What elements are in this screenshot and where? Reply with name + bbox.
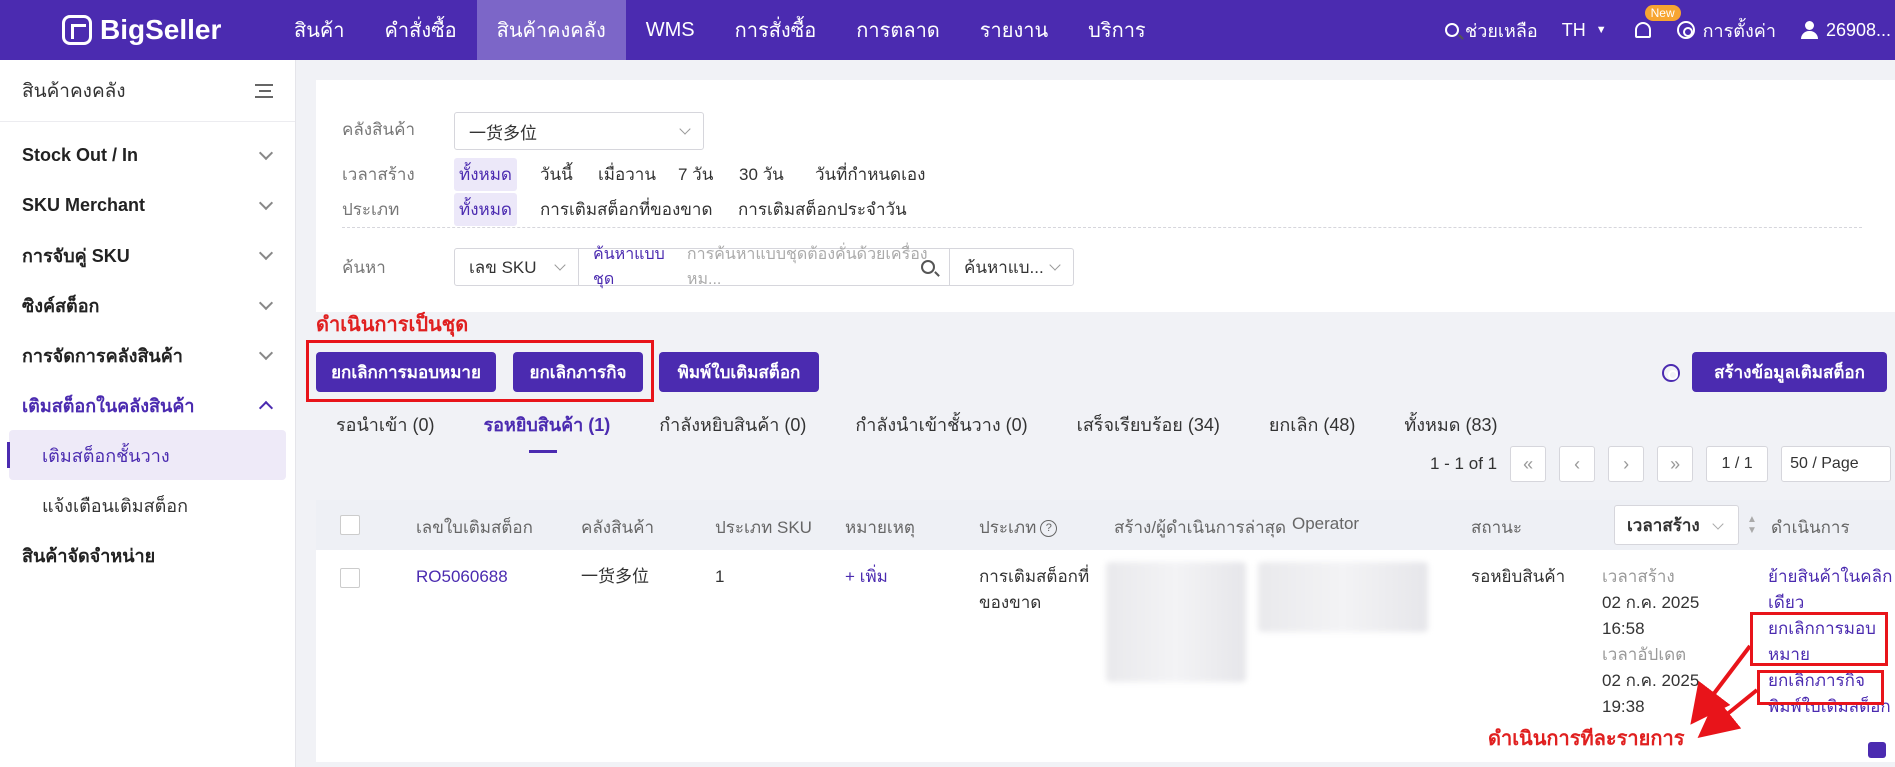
arrow-to-cancel-task (1697, 688, 1759, 739)
annotation-arrows (1690, 644, 1759, 739)
chat-icon[interactable] (1868, 742, 1886, 758)
single-action-annotation: ดำเนินการทีละรายการ (1488, 726, 1685, 750)
